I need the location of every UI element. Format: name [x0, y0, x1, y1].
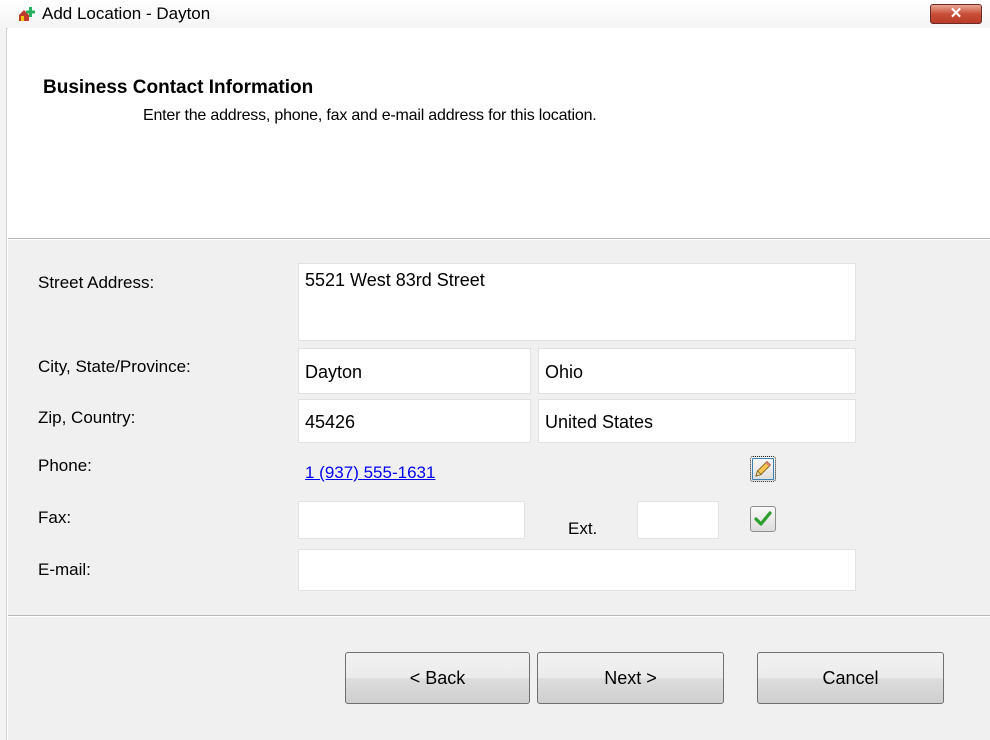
- city-field[interactable]: Dayton: [298, 348, 531, 394]
- add-location-icon: [18, 6, 36, 22]
- fax-field[interactable]: [298, 501, 525, 539]
- street-address-label: Street Address:: [38, 273, 155, 292]
- phone-label: Phone:: [38, 456, 92, 475]
- cancel-button[interactable]: Cancel: [757, 652, 944, 704]
- zip-country-label: Zip, Country:: [38, 408, 136, 427]
- street-address-field[interactable]: 5521 West 83rd Street: [298, 263, 856, 341]
- window-title: Add Location - Dayton: [42, 4, 211, 23]
- checkmark-icon: [754, 511, 772, 526]
- pencil-icon: [755, 460, 772, 477]
- window-left-border: [0, 28, 7, 740]
- zip-field[interactable]: 45426: [298, 399, 531, 443]
- edit-phone-button[interactable]: [750, 456, 776, 482]
- page-title: Business Contact Information: [43, 77, 314, 98]
- email-label: E-mail:: [38, 560, 91, 579]
- phone-link[interactable]: 1 (937) 555-1631: [305, 463, 435, 483]
- state-province-field[interactable]: Ohio: [538, 348, 856, 394]
- country-field[interactable]: United States: [538, 399, 856, 443]
- city-state-label: City, State/Province:: [38, 357, 191, 376]
- close-icon: ✕: [949, 5, 963, 22]
- confirm-button[interactable]: [750, 506, 776, 532]
- wizard-header: [8, 28, 990, 238]
- close-button[interactable]: ✕: [930, 4, 982, 24]
- next-button[interactable]: Next >: [537, 652, 724, 704]
- footer-divider: [8, 615, 990, 617]
- ext-label: Ext.: [568, 519, 598, 538]
- title-bar: Add Location - Dayton ✕: [0, 0, 990, 29]
- fax-label: Fax:: [38, 508, 72, 527]
- page-description: Enter the address, phone, fax and e-mail…: [143, 107, 597, 124]
- back-button[interactable]: < Back: [345, 652, 530, 704]
- email-field[interactable]: [298, 549, 856, 591]
- ext-field[interactable]: [637, 501, 719, 539]
